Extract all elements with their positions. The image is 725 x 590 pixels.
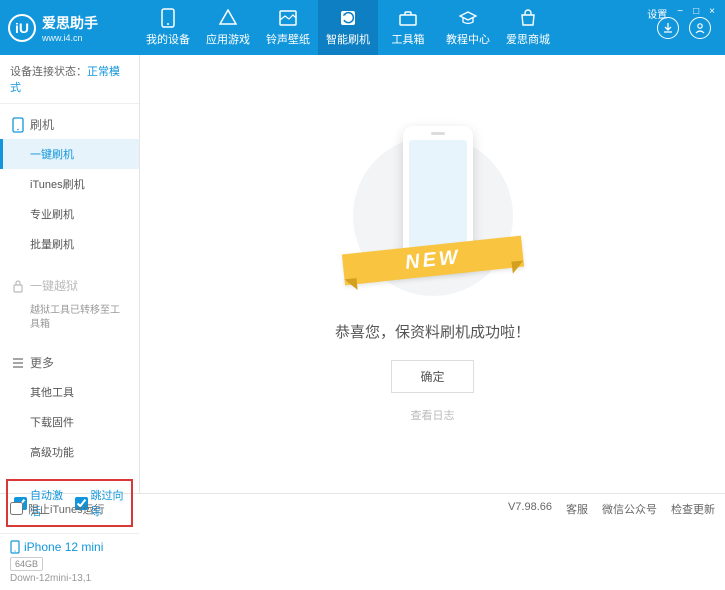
- nav-tab-device[interactable]: 我的设备: [138, 0, 198, 55]
- success-message: 恭喜您，保资料刷机成功啦！: [335, 321, 530, 342]
- app-title: 爱思助手: [42, 13, 98, 33]
- device-info[interactable]: iPhone 12 mini 64GB Down-12mini-13,1: [0, 533, 139, 590]
- tutorial-icon: [458, 8, 478, 28]
- logo-icon: iU: [8, 14, 36, 42]
- close-button[interactable]: ×: [707, 6, 717, 21]
- sidebar-section-jailbreak[interactable]: 一键越狱: [0, 271, 139, 300]
- nav-tabs: 我的设备 应用游戏 铃声壁纸 智能刷机 工具箱 教程中心 爱思商城: [138, 0, 657, 55]
- apps-icon: [218, 8, 238, 28]
- minimize-button[interactable]: −: [675, 6, 685, 21]
- store-icon: [518, 8, 538, 28]
- sidebar-item-download-firmware[interactable]: 下载固件: [0, 407, 139, 437]
- wallpaper-icon: [278, 8, 298, 28]
- maximize-button[interactable]: □: [691, 6, 701, 21]
- nav-tab-toolbox[interactable]: 工具箱: [378, 0, 438, 55]
- block-itunes-checkbox[interactable]: 阻止iTunes运行: [10, 501, 105, 517]
- nav-tab-apps[interactable]: 应用游戏: [198, 0, 258, 55]
- settings-button[interactable]: 设置: [645, 6, 669, 21]
- device-icon: [10, 540, 20, 554]
- sidebar-item-batch-flash[interactable]: 批量刷机: [0, 229, 139, 259]
- phone-icon: [12, 117, 24, 133]
- window-controls: 设置 − □ ×: [645, 6, 717, 21]
- nav-tab-flash[interactable]: 智能刷机: [318, 0, 378, 55]
- sidebar-item-other-tools[interactable]: 其他工具: [0, 377, 139, 407]
- app-subtitle: www.i4.cn: [42, 33, 98, 43]
- logo-area: iU 爱思助手 www.i4.cn: [8, 13, 138, 43]
- device-icon: [158, 8, 178, 28]
- device-model: Down-12mini-13,1: [10, 573, 129, 584]
- footer-link-wechat[interactable]: 微信公众号: [602, 501, 657, 517]
- nav-tab-ringtones[interactable]: 铃声壁纸: [258, 0, 318, 55]
- lock-icon: [12, 279, 24, 293]
- menu-icon: [12, 358, 24, 368]
- sidebar: 设备连接状态：正常模式 刷机 一键刷机 iTunes刷机 专业刷机 批量刷机 一…: [0, 55, 140, 493]
- toolbox-icon: [398, 8, 418, 28]
- sidebar-section-more[interactable]: 更多: [0, 348, 139, 377]
- main-content: NEW 恭喜您，保资料刷机成功啦！ 确定 查看日志: [140, 55, 725, 493]
- footer-link-support[interactable]: 客服: [566, 501, 588, 517]
- sidebar-item-pro-flash[interactable]: 专业刷机: [0, 199, 139, 229]
- nav-tab-tutorials[interactable]: 教程中心: [438, 0, 498, 55]
- nav-tab-store[interactable]: 爱思商城: [498, 0, 558, 55]
- success-illustration: NEW: [353, 126, 513, 306]
- connection-status: 设备连接状态：正常模式: [0, 55, 139, 104]
- sidebar-item-advanced[interactable]: 高级功能: [0, 437, 139, 467]
- device-storage: 64GB: [10, 557, 43, 571]
- header: iU 爱思助手 www.i4.cn 我的设备 应用游戏 铃声壁纸 智能刷机 工具…: [0, 0, 725, 55]
- jailbreak-note: 越狱工具已转移至工具箱: [0, 300, 139, 336]
- version-label: V7.98.66: [508, 501, 552, 517]
- sidebar-section-flash[interactable]: 刷机: [0, 110, 139, 139]
- view-log-link[interactable]: 查看日志: [411, 407, 455, 423]
- flash-icon: [338, 8, 358, 28]
- sidebar-item-itunes-flash[interactable]: iTunes刷机: [0, 169, 139, 199]
- footer-link-update[interactable]: 检查更新: [671, 501, 715, 517]
- sidebar-item-oneclick-flash[interactable]: 一键刷机: [0, 139, 139, 169]
- ok-button[interactable]: 确定: [391, 360, 473, 393]
